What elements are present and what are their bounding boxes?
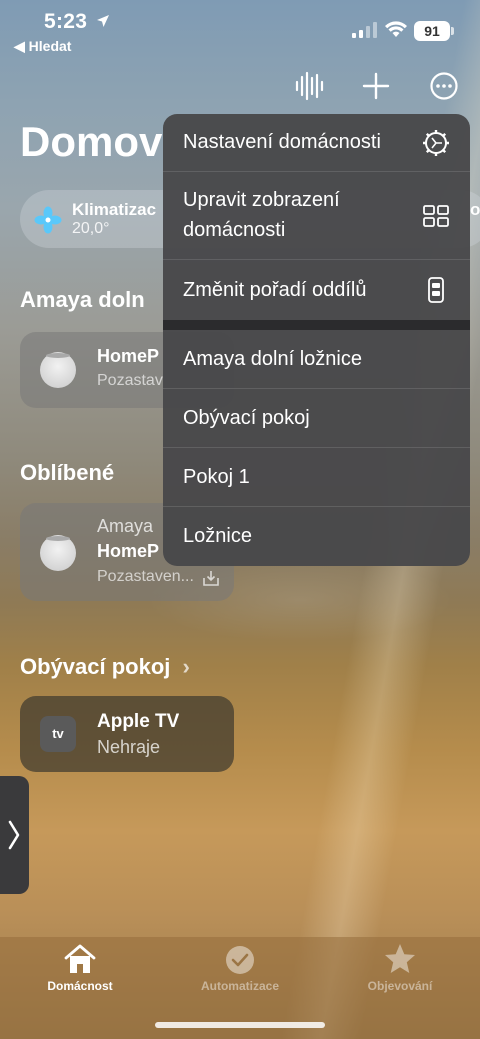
tab-label: Automatizace [200,979,280,993]
home-indicator[interactable] [155,1022,325,1028]
tile-status: Nehraje [97,737,161,757]
house-icon [64,944,96,973]
tab-label: Domácnost [47,979,113,993]
grid-icon [423,205,449,227]
battery-indicator: 91 [414,21,454,41]
more-options-menu: Nastavení domácnosti Upravit zobrazení d… [163,114,470,566]
menu-item-home-settings[interactable]: Nastavení domácnosti [163,114,470,172]
menu-item-label: Nastavení domácnosti [183,131,381,153]
chevron-right-icon: › [182,654,190,679]
ellipsis-circle-icon[interactable] [424,66,464,106]
tile-status: Pozastaven... [97,568,194,585]
reorder-icon [428,277,444,303]
wifi-icon [385,21,407,37]
accessory-tile-apple-tv[interactable]: tv Apple TV Nehraje [20,696,234,772]
cellular-signal-icon [352,22,377,38]
section-title-label: Obývací pokoj [20,654,171,679]
waveform-icon[interactable] [288,66,328,106]
status-time: 5:23 [44,10,88,33]
tile-name: Apple TV [97,711,180,732]
tab-label: Objevování [367,979,433,993]
side-panel-handle[interactable] [0,776,29,894]
menu-item-label: Změnit pořadí oddílů [183,279,367,301]
section-title-favorites: Oblíbené [20,460,115,485]
plus-icon[interactable] [356,66,396,106]
homepod-icon [40,535,76,571]
menu-item-room-amaya[interactable]: Amaya dolní ložnice [163,330,470,389]
apple-tv-icon: tv [40,716,76,752]
menu-item-label-line1: Upravit zobrazení [183,189,340,211]
location-arrow-icon [97,15,109,27]
clock-icon [226,946,254,974]
fan-icon [34,206,62,234]
homepod-icon [40,352,76,388]
menu-item-label-line2: domácnosti [183,219,286,241]
menu-item-room-bedroom[interactable]: Ložnice [163,507,470,566]
menu-item-label: Obývací pokoj [183,407,310,429]
chevron-right-icon [8,820,20,850]
climate-chip-trailing: o [470,200,480,219]
download-tray-icon [203,571,219,586]
section-title-amaya[interactable]: Amaya doln [20,287,145,313]
page-title: Domov [20,118,163,165]
tab-home[interactable]: Domácnost [20,941,140,993]
climate-value: 20,0° [72,220,110,237]
climate-title: Klimatizac [72,200,157,219]
tile-name: HomeP [97,346,160,366]
tile-name: HomeP [97,541,160,561]
menu-item-edit-home-view[interactable]: Upravit zobrazení domácnosti [163,172,470,260]
tab-discover[interactable]: Objevování [340,941,460,993]
tile-status: Pozastav [97,372,163,389]
menu-item-label: Amaya dolní ložnice [183,348,362,370]
menu-item-reorder-sections[interactable]: Změnit pořadí oddílů [163,260,470,320]
menu-item-label: Ložnice [183,525,252,547]
menu-separator [163,320,470,330]
status-bar: 5:23 ◀ Hledat 91 [0,0,480,60]
gear-icon [423,130,449,156]
back-to-app-link[interactable]: ◀ Hledat [14,38,71,55]
menu-item-label: Pokoj 1 [183,466,250,488]
tile-room: Amaya [97,516,154,536]
section-title-living-room[interactable]: Obývací pokoj › [20,654,190,680]
menu-item-room-living[interactable]: Obývací pokoj [163,389,470,448]
menu-item-room-1[interactable]: Pokoj 1 [163,448,470,507]
tab-automation[interactable]: Automatizace [180,941,300,993]
star-icon [385,944,415,973]
